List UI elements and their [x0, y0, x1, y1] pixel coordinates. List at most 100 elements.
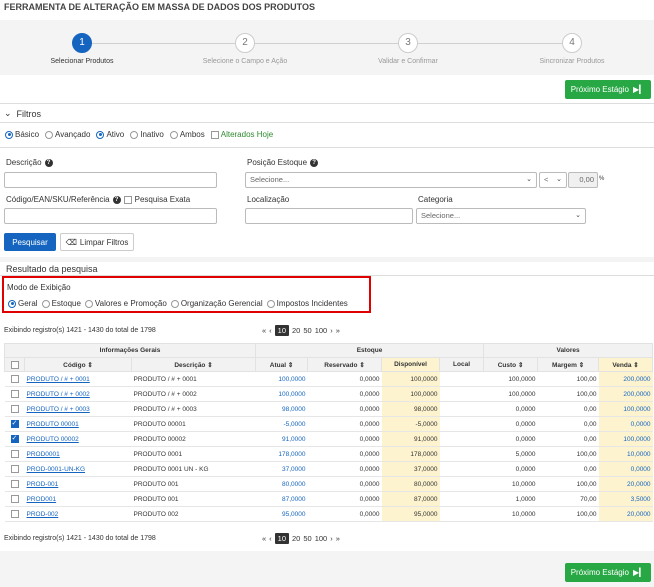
comparator-select[interactable]: < ⌄ [539, 172, 567, 188]
radio-both[interactable]: Ambos [169, 130, 205, 139]
prev-page-icon[interactable]: ‹ [269, 534, 272, 543]
col-venda[interactable]: Venda ⇕ [598, 357, 654, 372]
altered-today-checkbox[interactable]: Alterados Hoje [210, 130, 273, 139]
cell-margem: 100,00 [537, 506, 599, 522]
chevron-down-icon: ⌄ [556, 176, 562, 183]
row-checkbox[interactable] [10, 375, 19, 383]
localizacao-input[interactable] [245, 208, 413, 224]
posicao-value-input[interactable]: 0,00 [568, 172, 598, 188]
cell-codigo[interactable]: PROD-002 [24, 506, 132, 522]
cell-codigo[interactable]: PRODUTO / # + 0002 [24, 386, 132, 402]
clear-filters-button[interactable]: ⌫ Limpar Filtros [60, 233, 134, 251]
wizard-step-1[interactable]: 1 Selecionar Produtos [17, 33, 147, 65]
col-codigo[interactable]: Código ⇕ [24, 357, 132, 372]
table-row[interactable]: PRODUTO 00002PRODUTO 0000291,00000,00009… [4, 431, 653, 447]
row-checkbox[interactable] [10, 390, 19, 398]
table-row[interactable]: PRODUTO / # + 0003 PRODUTO / # + 0003 98,0… [4, 401, 653, 417]
row-checkbox[interactable] [10, 434, 19, 443]
col-descricao[interactable]: Descrição ⇕ [130, 357, 257, 372]
row-checkbox[interactable] [10, 405, 19, 413]
cell-codigo[interactable]: PRODUTO 00001 [24, 416, 132, 432]
input-value: 0,00 [579, 175, 594, 184]
next-page-icon[interactable]: › [330, 534, 333, 543]
page-size-10[interactable]: 10 [274, 533, 290, 544]
cell-codigo[interactable]: PRODUTO / # + 0001 [24, 371, 132, 387]
table-row[interactable]: PRODUTO / # + 0001 PRODUTO / # + 0001 100,… [4, 371, 653, 387]
codigo-label: Código/EAN/SKU/Referência? Pesquisa Exat… [6, 195, 190, 204]
table-row[interactable]: PROD-0001-UN-KG PRODUTO 0001 UN - KG 37,00… [4, 461, 653, 477]
cell-local [439, 431, 484, 447]
last-page-icon[interactable]: » [336, 326, 340, 335]
col-disponivel[interactable]: Disponível [381, 357, 441, 372]
page-size-100[interactable]: 100 [315, 326, 328, 335]
row-checkbox-cell [4, 491, 25, 507]
row-checkbox[interactable] [10, 480, 19, 488]
row-checkbox[interactable] [10, 495, 19, 503]
radio-active[interactable]: Ativo [96, 130, 124, 139]
descricao-input[interactable] [4, 172, 217, 188]
wizard-step-3[interactable]: 3 Validar e Confirmar [343, 33, 473, 65]
chevron-down-icon: ⌄ [526, 176, 532, 183]
filters-toggle[interactable]: ⌄ Filtros [4, 108, 41, 119]
select-all-checkbox[interactable] [10, 360, 19, 369]
table-row[interactable]: PROD0001 PRODUTO 0001 178,0000 0,0000 178,00… [4, 446, 653, 462]
help-icon[interactable]: ? [112, 195, 121, 204]
col-local[interactable]: Local [439, 357, 485, 372]
page-size-50[interactable]: 50 [303, 534, 311, 543]
page-size-20[interactable]: 20 [292, 326, 300, 335]
mode-general[interactable]: Geral [8, 299, 38, 308]
row-checkbox[interactable] [10, 419, 19, 428]
table-row[interactable]: PROD001 PRODUTO 001 87,0000 0,0000 87,0000 1,… [4, 491, 653, 507]
step-number: 1 [72, 33, 92, 53]
row-checkbox-cell [4, 476, 25, 492]
codigo-input[interactable] [4, 208, 217, 224]
search-button[interactable]: Pesquisar [4, 233, 56, 251]
help-icon[interactable]: ? [310, 158, 319, 167]
mode-taxes[interactable]: Impostos Incidentes [266, 299, 348, 308]
prev-page-icon[interactable]: ‹ [269, 326, 272, 335]
records-info-top: Exibindo registro(s) 1421 - 1430 do tota… [4, 327, 156, 334]
mode-values[interactable]: Valores e Promoção [84, 299, 167, 308]
col-margem[interactable]: Margem ⇕ [537, 357, 600, 372]
radio-advanced[interactable]: Avançado [45, 130, 90, 139]
help-icon[interactable]: ? [44, 158, 53, 167]
wizard-step-4[interactable]: 4 Sincronizar Produtos [507, 33, 637, 65]
row-checkbox[interactable] [10, 510, 19, 518]
table-row[interactable]: PRODUTO / # + 0002 PRODUTO / # + 0002 100,… [4, 386, 653, 402]
mode-stock[interactable]: Estoque [41, 299, 81, 308]
posicao-select[interactable]: Selecione... ⌄ [245, 172, 537, 188]
first-page-icon[interactable]: « [262, 534, 266, 543]
radio-basic[interactable]: Básico [5, 130, 39, 139]
cell-codigo[interactable]: PROD-001 [24, 476, 132, 492]
first-page-icon[interactable]: « [262, 326, 266, 335]
col-atual[interactable]: Atual ⇕ [255, 357, 309, 372]
wizard-step-2[interactable]: 2 Selecione o Campo e Ação [180, 33, 310, 65]
page-size-10[interactable]: 10 [274, 325, 290, 336]
cell-atual: 100,0000 [255, 386, 308, 402]
categoria-select[interactable]: Selecione... ⌄ [416, 208, 586, 224]
exact-search-checkbox[interactable] [123, 195, 132, 204]
row-checkbox[interactable] [10, 450, 19, 458]
next-stage-button-bottom[interactable]: Próximo Estágio ▶▎ [565, 563, 651, 582]
cell-codigo[interactable]: PRODUTO / # + 0003 [24, 401, 132, 417]
col-reservado[interactable]: Reservado ⇕ [307, 357, 383, 372]
mode-management[interactable]: Organização Gerencial [170, 299, 263, 308]
sort-icon: ⇕ [633, 361, 639, 369]
cell-local [439, 371, 484, 387]
next-page-icon[interactable]: › [330, 326, 333, 335]
table-row[interactable]: PROD-001 PRODUTO 001 80,0000 0,0000 80,0000 1… [4, 476, 653, 492]
page-size-100[interactable]: 100 [315, 534, 328, 543]
row-checkbox[interactable] [10, 465, 19, 473]
table-row[interactable]: PRODUTO 00001PRODUTO 00001-5,00000,0000-… [4, 416, 653, 432]
cell-codigo[interactable]: PRODUTO 00002 [24, 431, 132, 447]
table-row[interactable]: PROD-002 PRODUTO 002 95,0000 0,0000 95,0000 1… [4, 506, 653, 522]
next-stage-button-top[interactable]: Próximo Estágio ▶▎ [565, 80, 651, 99]
col-custo[interactable]: Custo ⇕ [483, 357, 539, 372]
cell-codigo[interactable]: PROD-0001-UN-KG [24, 461, 132, 477]
radio-inactive[interactable]: Inativo [130, 130, 164, 139]
page-size-50[interactable]: 50 [303, 326, 311, 335]
page-size-20[interactable]: 20 [292, 534, 300, 543]
cell-codigo[interactable]: PROD001 [24, 491, 132, 507]
last-page-icon[interactable]: » [336, 534, 340, 543]
cell-codigo[interactable]: PROD0001 [24, 446, 132, 462]
